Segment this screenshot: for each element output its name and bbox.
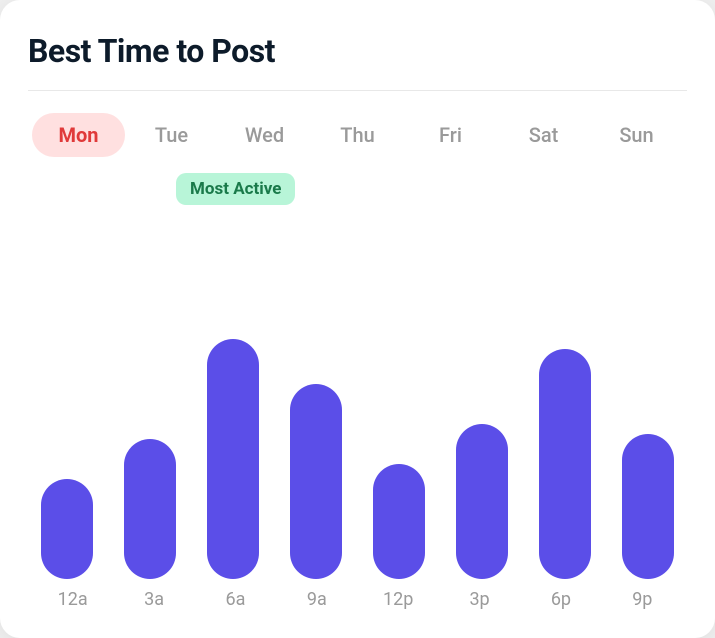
day-thu[interactable]: Thu — [311, 113, 404, 157]
bar-col-12p — [361, 464, 438, 579]
bar-6a — [207, 339, 259, 579]
divider — [28, 90, 687, 91]
time-label-12a: 12a — [32, 589, 113, 610]
days-row: MonTueWedThuFriSatSun — [28, 113, 687, 157]
time-label-3a: 3a — [113, 589, 194, 610]
bar-6p — [539, 349, 591, 579]
bar-3p — [456, 424, 508, 579]
day-wed[interactable]: Wed — [218, 113, 311, 157]
bar-col-9a — [277, 384, 354, 579]
time-label-6a: 6a — [195, 589, 276, 610]
time-label-3p: 3p — [439, 589, 520, 610]
chart-area: Most Active 12a3a6a9a12p3p6p9p — [28, 181, 687, 610]
bars-container — [28, 181, 687, 579]
page-title: Best Time to Post — [28, 32, 687, 70]
bar-col-9p — [610, 434, 687, 579]
day-sun[interactable]: Sun — [590, 113, 683, 157]
time-label-9a: 9a — [276, 589, 357, 610]
time-label-9p: 9p — [602, 589, 683, 610]
card: Best Time to Post MonTueWedThuFriSatSun … — [0, 0, 715, 638]
time-labels: 12a3a6a9a12p3p6p9p — [28, 579, 687, 610]
day-tue[interactable]: Tue — [125, 113, 218, 157]
day-mon[interactable]: Mon — [32, 113, 125, 157]
time-label-12p: 12p — [358, 589, 439, 610]
bar-col-12a — [28, 479, 105, 579]
bar-9p — [622, 434, 674, 579]
bar-col-3a — [111, 439, 188, 579]
bar-3a — [124, 439, 176, 579]
bar-9a — [290, 384, 342, 579]
day-fri[interactable]: Fri — [404, 113, 497, 157]
bar-12a — [41, 479, 93, 579]
bar-col-6a — [194, 339, 271, 579]
most-active-badge: Most Active — [176, 173, 295, 205]
bar-col-6p — [527, 349, 604, 579]
day-sat[interactable]: Sat — [497, 113, 590, 157]
bar-col-3p — [444, 424, 521, 579]
time-label-6p: 6p — [520, 589, 601, 610]
bar-12p — [373, 464, 425, 579]
